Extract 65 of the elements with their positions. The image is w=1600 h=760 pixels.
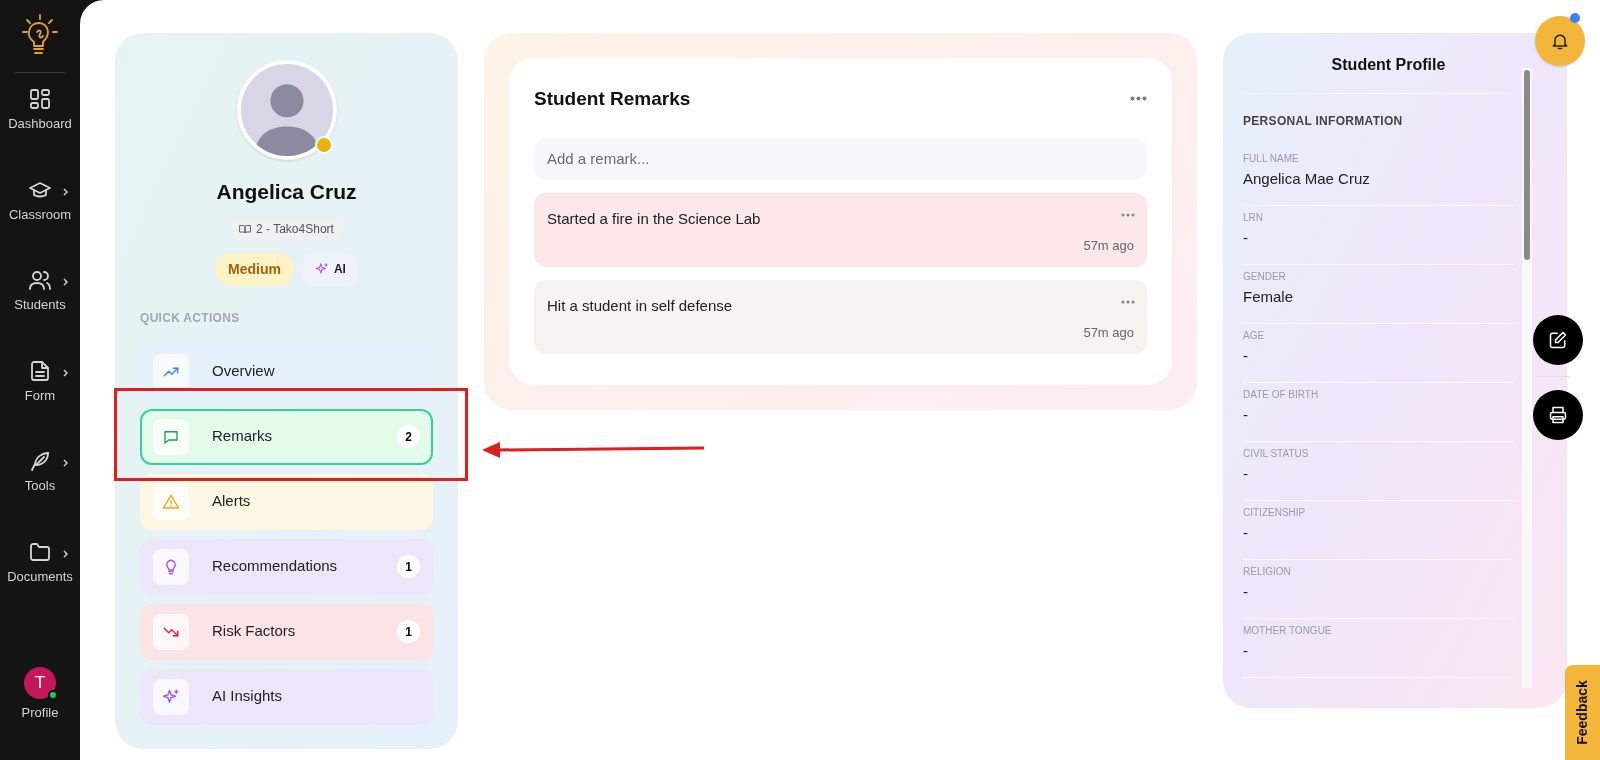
nav-item[interactable]: Classroom bbox=[0, 177, 80, 224]
profile-nav-item[interactable]: T Profile bbox=[21, 666, 59, 722]
dashboard-icon bbox=[28, 87, 52, 111]
remark-time: 57m ago bbox=[1083, 237, 1134, 255]
nav-item[interactable]: Dashboard bbox=[0, 87, 80, 134]
scrollbar[interactable] bbox=[1522, 68, 1532, 688]
count-badge: 1 bbox=[397, 620, 420, 643]
field-label: CIVIL STATUS bbox=[1243, 447, 1310, 461]
quick-action[interactable]: AI Insights bbox=[140, 668, 433, 725]
field-label: RELIGION bbox=[1243, 565, 1292, 579]
student-name: Angelica Cruz bbox=[216, 179, 357, 205]
field-label: GENDER bbox=[1243, 270, 1287, 284]
section-heading: QUICK ACTIONS bbox=[140, 309, 240, 327]
risk-badge: Medium bbox=[215, 252, 294, 286]
sparkle-icon bbox=[162, 687, 180, 706]
nav-item[interactable]: Tools bbox=[0, 449, 80, 496]
field-value: - bbox=[1243, 346, 1249, 366]
field-label: MOTHER TONGUE bbox=[1243, 624, 1333, 638]
lightbulb-logo-icon bbox=[20, 12, 60, 56]
more-icon[interactable] bbox=[1121, 212, 1135, 217]
bell-icon bbox=[1550, 31, 1570, 51]
edit-icon bbox=[1548, 330, 1568, 350]
avatar: T bbox=[24, 666, 56, 699]
ai-badge: AI bbox=[302, 252, 358, 286]
sparkle-icon bbox=[314, 262, 329, 276]
field-value: - bbox=[1243, 523, 1249, 543]
field-value: - bbox=[1243, 464, 1249, 484]
nav-item[interactable]: Documents bbox=[0, 539, 80, 586]
field-value: - bbox=[1243, 582, 1249, 602]
more-icon[interactable] bbox=[1130, 95, 1147, 101]
field-value: - bbox=[1243, 641, 1249, 661]
nav-item[interactable]: Form bbox=[0, 358, 80, 405]
field-value: Angelica Mae Cruz bbox=[1243, 169, 1371, 189]
remarks-title: Student Remarks bbox=[534, 87, 691, 111]
feather-icon bbox=[28, 449, 52, 473]
count-badge: 1 bbox=[397, 555, 420, 578]
users-icon bbox=[28, 268, 52, 292]
nav-item[interactable]: Students bbox=[0, 268, 80, 315]
count-badge: 2 bbox=[397, 425, 420, 448]
warning-icon bbox=[162, 492, 180, 511]
field-label: FULL NAME bbox=[1243, 152, 1300, 166]
quick-action[interactable]: Recommendations 1 bbox=[140, 538, 433, 595]
remark-time: 57m ago bbox=[1083, 324, 1134, 342]
quick-action[interactable]: Overview bbox=[140, 343, 433, 400]
field-label: AGE bbox=[1243, 329, 1266, 343]
feedback-tab[interactable]: Feedback bbox=[1565, 665, 1600, 760]
quick-action[interactable]: Risk Factors 1 bbox=[140, 603, 433, 660]
field-value: - bbox=[1243, 228, 1249, 248]
remark-text: Started a fire in the Science Lab bbox=[547, 209, 761, 227]
quick-action[interactable]: Remarks 2 bbox=[140, 408, 433, 465]
section-heading: PERSONAL INFORMATION bbox=[1243, 113, 1404, 130]
field-value: Female bbox=[1243, 287, 1295, 307]
remark-input[interactable]: Add a remark... bbox=[534, 137, 1147, 180]
class-label: 2 - Tako4Short bbox=[256, 221, 334, 238]
field-value: - bbox=[1243, 405, 1249, 425]
more-icon[interactable] bbox=[1121, 299, 1135, 304]
book-icon bbox=[239, 223, 252, 235]
field-label: DATE OF BIRTH bbox=[1243, 388, 1320, 402]
field-label: LRN bbox=[1243, 211, 1264, 225]
document-icon bbox=[28, 358, 52, 383]
panel-title: Student Profile bbox=[1243, 53, 1514, 94]
quick-action[interactable]: Alerts bbox=[140, 473, 433, 530]
remark-text: Hit a student in self defense bbox=[547, 296, 733, 314]
printer-icon bbox=[1548, 405, 1568, 425]
field-label: CITIZENSHIP bbox=[1243, 506, 1307, 520]
